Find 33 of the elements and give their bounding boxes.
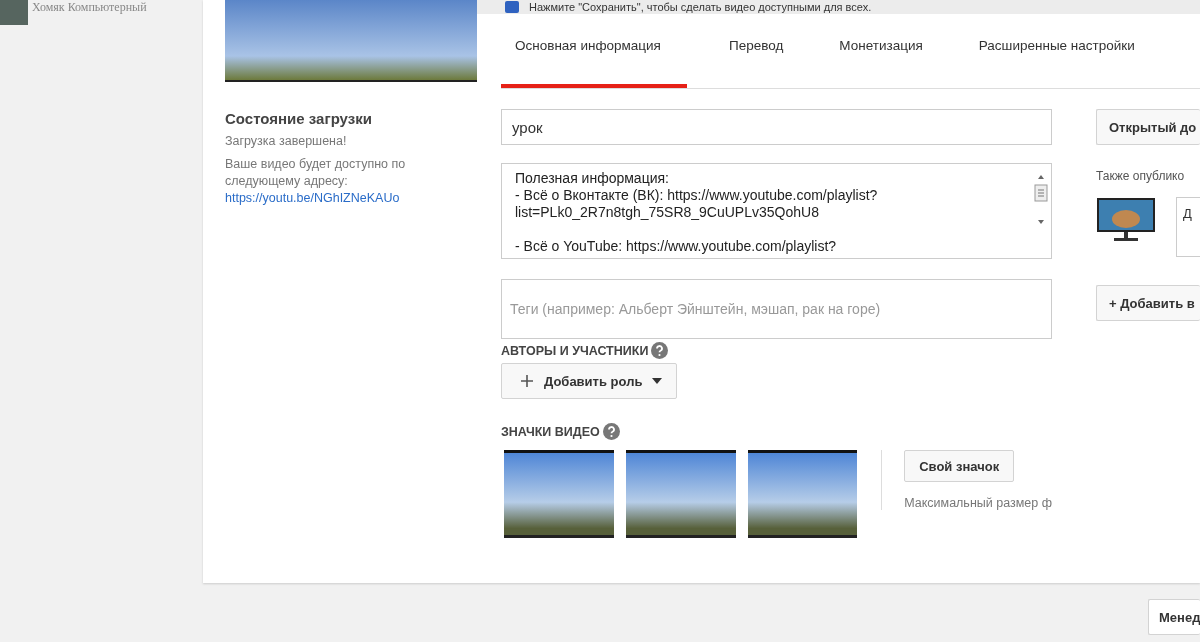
upload-message: Ваше видео будет доступно по следующему адресу: — [225, 156, 407, 190]
title-field[interactable]: урок — [501, 109, 1052, 145]
authors-heading: АВТОРЫ И УЧАСТНИКИ — [501, 343, 649, 358]
caret-icon — [652, 378, 663, 384]
help-icon[interactable] — [602, 423, 620, 440]
info-icon — [505, 1, 519, 13]
add-role-button[interactable]: Добавить роль — [501, 363, 678, 399]
plus-icon — [520, 374, 534, 388]
also-publish-label: Также опублико — [1096, 169, 1186, 183]
channel-avatar — [0, 0, 28, 25]
thumbnail-option[interactable] — [625, 450, 736, 538]
upload-status-title: Состояние загрузки — [225, 110, 373, 127]
custom-thumbnail-button[interactable]: Свой значок — [904, 450, 1015, 482]
share-text: Д — [1183, 206, 1192, 221]
tab[interactable]: Перевод — [715, 14, 798, 88]
add-to-playlist-button[interactable]: + Добавить в — [1096, 285, 1200, 321]
max-size-note: Максимальный размер ф — [904, 496, 1052, 510]
channel-name: Хомяк Компьютерный — [32, 0, 147, 15]
privacy-dropdown[interactable]: Открытый до — [1096, 109, 1200, 145]
thumbnails-heading: ЗНАЧКИ ВИДЕО — [501, 424, 600, 439]
description-field[interactable]: Полезная информация: - Всё о Вконтакте (ВК): https://www.youtube.com/playlist?list=PLk0_2R7n8tgh_75SR8_9CuUPLv35QohU8 - Всё о YouTube: https://www.youtube.com/playlist? — [501, 163, 1052, 259]
tab[interactable]: Расширенные настройки — [964, 14, 1149, 88]
tab[interactable]: Монетизация — [825, 14, 937, 88]
thumbnail-option[interactable] — [504, 450, 614, 538]
monitor-icon — [1096, 197, 1156, 243]
tab[interactable]: Основная информация — [501, 14, 687, 88]
upload-status-text: Загрузка завершена! — [225, 133, 348, 150]
video-link[interactable]: https://youtu.be/NGhIZNeKAUo — [225, 190, 477, 207]
help-icon[interactable] — [651, 342, 669, 359]
thumbnail-option[interactable] — [747, 450, 858, 538]
notice-text: Нажмите "Сохранить", чтобы сделать видео доступными для всех. — [529, 1, 872, 13]
manager-button[interactable]: Менед — [1148, 599, 1200, 635]
tags-field[interactable]: Теги (например: Альберт Эйнштейн, мэшап, рак на горе) — [501, 279, 1052, 339]
